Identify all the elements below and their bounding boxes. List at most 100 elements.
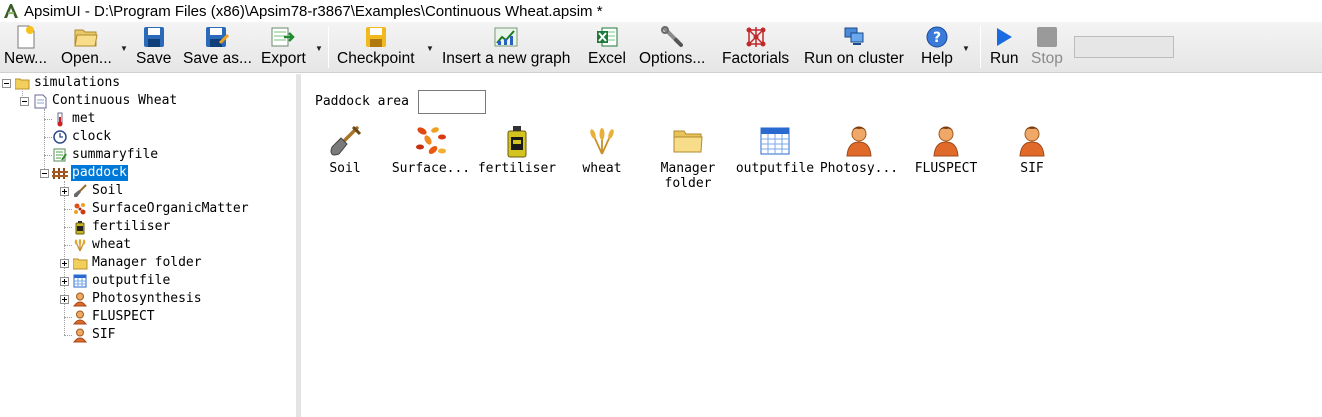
tree-node-label: Soil <box>92 183 124 198</box>
tree-node-label: Manager folder <box>92 255 202 270</box>
run-label: Run <box>990 50 1019 67</box>
tree-node-label: clock <box>72 129 112 144</box>
new-file-icon <box>13 24 39 50</box>
title-bar: ApsimUI - D:\Program Files (x86)\Apsim78… <box>0 0 1322 22</box>
child-label: Surface... <box>391 161 471 176</box>
factorials-button[interactable]: Factorials <box>722 24 789 70</box>
tree-node-wheat[interactable]: wheat <box>72 236 132 254</box>
tree-node-simulations[interactable]: simulations <box>2 74 121 92</box>
help-dropdown-icon[interactable]: ▼ <box>962 44 970 53</box>
summary-notepad-icon <box>52 147 68 163</box>
run-button[interactable]: Run <box>990 24 1018 70</box>
new-label: New... <box>4 50 48 67</box>
cluster-icon <box>841 24 867 50</box>
help-icon: ? <box>924 24 950 50</box>
tree-node-summaryfile[interactable]: summaryfile <box>52 146 159 164</box>
tree-node-clock[interactable]: clock <box>52 128 112 146</box>
expand-icon[interactable] <box>60 258 69 268</box>
paddock-view: Paddock area (ha): Soil Surface... ferti… <box>301 74 1322 417</box>
tree-node-fluspect[interactable]: FLUSPECT <box>72 308 156 326</box>
run-cluster-button[interactable]: Run on cluster <box>804 24 904 70</box>
child-label: folder <box>664 176 712 191</box>
excel-button[interactable]: Excel <box>588 24 626 70</box>
folder-icon <box>14 75 30 91</box>
help-button[interactable]: ? Help <box>921 24 953 70</box>
simulation-page-icon <box>32 93 48 109</box>
tree-node-photosynthesis[interactable]: Photosynthesis <box>60 290 203 308</box>
export-icon <box>270 24 296 50</box>
leaves-icon <box>72 201 88 217</box>
tree-node-manager-folder[interactable]: Manager folder <box>60 254 203 272</box>
child-outputfile[interactable]: outputfile <box>730 124 820 176</box>
options-label: Options... <box>639 50 706 67</box>
save-icon <box>141 24 167 50</box>
open-folder-icon <box>73 24 99 50</box>
stop-icon <box>1034 24 1060 50</box>
tree-node-label: wheat <box>92 237 132 252</box>
collapse-icon[interactable] <box>40 168 49 178</box>
child-soil[interactable]: Soil <box>300 124 390 176</box>
tree-node-outputfile[interactable]: outputfile <box>60 272 171 290</box>
tree-node-soil[interactable]: Soil <box>60 182 124 200</box>
play-icon <box>991 24 1017 50</box>
open-button[interactable]: Open... <box>61 24 112 70</box>
tree-node-label: simulations <box>34 75 121 90</box>
simulation-tree[interactable]: simulations Continuous Wheat met clock s… <box>0 74 296 417</box>
window-title: ApsimUI - D:\Program Files (x86)\Apsim78… <box>24 2 603 20</box>
export-dropdown-icon[interactable]: ▼ <box>315 44 323 53</box>
child-manager-folder[interactable]: Manager folder <box>643 124 733 191</box>
tree-connector <box>64 317 72 318</box>
child-sif[interactable]: SIF <box>987 124 1077 176</box>
child-wheat[interactable]: wheat <box>557 124 647 176</box>
collapse-icon[interactable] <box>2 78 11 88</box>
tree-node-label: Photosynthesis <box>92 291 202 306</box>
save-as-button[interactable]: Save as... <box>183 24 252 70</box>
insert-graph-button[interactable]: Insert a new graph <box>442 24 570 70</box>
expand-icon[interactable] <box>60 294 69 304</box>
export-button[interactable]: Export <box>261 24 306 70</box>
options-button[interactable]: Options... <box>639 24 705 70</box>
tree-node-label: SIF <box>92 327 116 342</box>
child-label: Soil <box>329 161 361 176</box>
child-fluspect[interactable]: FLUSPECT <box>901 124 991 176</box>
apsim-icon <box>4 4 18 18</box>
paddock-area-input[interactable] <box>418 90 486 114</box>
tree-node-label: FLUSPECT <box>92 309 155 324</box>
user-icon <box>1015 124 1049 158</box>
excel-icon <box>594 24 620 50</box>
save-button[interactable]: Save <box>136 24 171 70</box>
tree-node-sif[interactable]: SIF <box>72 326 116 344</box>
tree-node-continuous-wheat[interactable]: Continuous Wheat <box>20 92 178 110</box>
tree-connector <box>44 155 52 156</box>
collapse-icon[interactable] <box>20 96 29 106</box>
tree-node-fertiliser[interactable]: fertiliser <box>72 218 171 236</box>
child-photosynthesis[interactable]: Photosy... <box>814 124 904 176</box>
child-surface-organic-matter[interactable]: Surface... <box>386 124 476 176</box>
child-label: outputfile <box>735 161 815 176</box>
expand-icon[interactable] <box>60 186 69 196</box>
table-icon <box>758 124 792 158</box>
leaves-icon <box>414 124 448 158</box>
thermometer-icon <box>52 111 68 127</box>
child-fertiliser[interactable]: fertiliser <box>472 124 562 176</box>
expand-icon[interactable] <box>60 276 69 286</box>
tree-node-label: outputfile <box>92 273 171 288</box>
toolbar-separator <box>328 26 329 68</box>
tree-connector <box>44 137 52 138</box>
new-button[interactable]: New... <box>4 24 47 70</box>
tree-node-label: summaryfile <box>72 147 159 162</box>
checkpoint-button[interactable]: Checkpoint <box>337 24 415 70</box>
user-icon <box>72 327 88 343</box>
open-dropdown-icon[interactable]: ▼ <box>120 44 128 53</box>
wheat-icon <box>72 237 88 253</box>
shovel-icon <box>328 124 362 158</box>
tree-node-label: paddock <box>71 165 128 181</box>
stop-button[interactable]: Stop <box>1031 24 1063 70</box>
tree-node-label: Continuous Wheat <box>52 93 178 108</box>
tree-node-met[interactable]: met <box>52 110 96 128</box>
checkpoint-dropdown-icon[interactable]: ▼ <box>426 44 434 53</box>
tree-node-surface-organic-matter[interactable]: SurfaceOrganicMatter <box>72 200 250 218</box>
tree-node-paddock[interactable]: paddock <box>40 164 128 182</box>
folder-icon <box>72 255 88 271</box>
checkpoint-icon <box>363 24 389 50</box>
